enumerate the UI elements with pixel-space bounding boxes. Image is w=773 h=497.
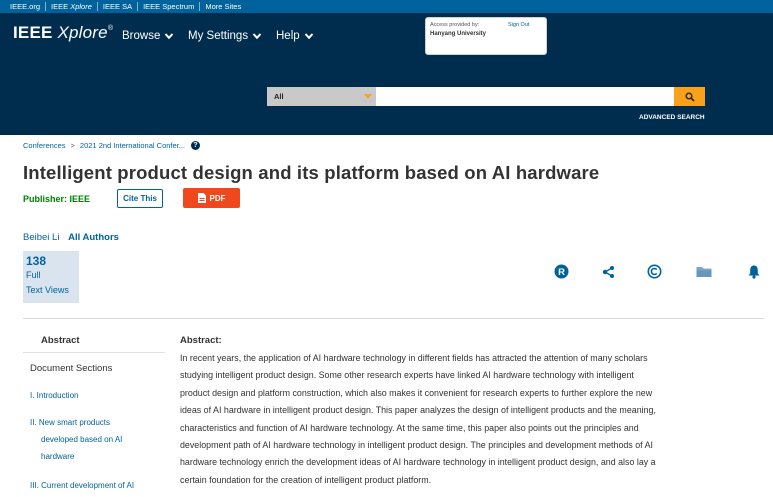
util-link-more-sites[interactable]: More Sites: [200, 0, 246, 13]
full-text-views-metric[interactable]: 138 Full Text Views: [23, 251, 79, 303]
metric-label-text-views: Text Views: [26, 285, 69, 295]
sidebar-item-new-smart-products[interactable]: II. New smart products: [30, 414, 110, 431]
dropdown-arrow-icon: [364, 94, 372, 99]
sidebar-item-new-smart-products-cont[interactable]: developed based on AI: [41, 431, 122, 448]
access-institution: Hanyang University: [430, 31, 487, 37]
logo-ieee-text: IEEE: [13, 23, 53, 42]
search-input[interactable]: [376, 87, 674, 106]
all-authors-link[interactable]: All Authors: [68, 232, 119, 243]
nav-browse[interactable]: Browse: [122, 30, 174, 42]
nav-my-settings[interactable]: My Settings: [188, 30, 262, 42]
author-link[interactable]: Beibei Li: [23, 232, 59, 243]
copyright-icon[interactable]: [646, 263, 662, 279]
chevron-down-icon: [252, 33, 262, 40]
help-question-icon[interactable]: ?: [191, 141, 200, 150]
breadcrumb-separator: >: [70, 141, 75, 150]
sign-out-link[interactable]: Sign Out: [508, 22, 529, 28]
access-provider-box: Access provided by: Hanyang University S…: [425, 17, 547, 55]
svg-text:R: R: [558, 267, 565, 278]
util-link-ieee-spectrum[interactable]: IEEE Spectrum: [138, 0, 199, 13]
sidebar-item-current-development[interactable]: III. Current development of AI: [30, 477, 134, 494]
nav-browse-label: Browse: [122, 30, 161, 42]
page-title: Intelligent product design and its platf…: [23, 162, 600, 183]
search-scope-value: All: [274, 92, 284, 101]
nav-help-label: Help: [276, 30, 300, 42]
util-link-ieee-xplore[interactable]: IEEE Xplore: [46, 0, 97, 13]
util-link-ieee-sa[interactable]: IEEE SA: [98, 0, 137, 13]
site-header: IEEE Xplore® Browse My Settings Help Acc…: [0, 13, 773, 135]
utility-bar: IEEE.org IEEE Xplore IEEE SA IEEE Spectr…: [0, 0, 773, 13]
chevron-down-icon: [165, 33, 174, 40]
author-line: Beibei Li All Authors: [23, 232, 119, 243]
pdf-file-icon: [197, 193, 206, 203]
util-link-ieee-xplore-italic: Xplore: [70, 2, 92, 11]
abstract-line: characteristics and function of AI hardw…: [180, 422, 639, 433]
search-scope-select[interactable]: All: [267, 87, 376, 106]
chevron-down-icon: [304, 33, 313, 40]
metric-value: 138: [26, 254, 47, 268]
abstract-line: development path of AI hardware technolo…: [180, 440, 653, 451]
publisher-label: Publisher: IEEE: [23, 194, 91, 204]
share-icon[interactable]: [600, 263, 616, 279]
abstract-line: hardware technology enrich the developme…: [180, 457, 656, 468]
abstract-heading: Abstract:: [180, 335, 222, 346]
abstract-line: certain foundation for the creation of i…: [180, 474, 432, 485]
logo-xplore-text: Xplore: [57, 23, 108, 42]
abstract-line: ideas of AI hardware in intelligent prod…: [180, 405, 656, 416]
abstract-line: studying intelligent product design. Som…: [180, 370, 634, 381]
util-link-ieee-org[interactable]: IEEE.org: [5, 0, 45, 13]
sidebar-item-new-smart-products-cont2[interactable]: hardware: [41, 448, 74, 465]
reprints-icon[interactable]: R: [553, 263, 569, 279]
pdf-button-label: PDF: [209, 193, 226, 203]
nav-my-settings-label: My Settings: [188, 30, 249, 42]
pdf-button[interactable]: PDF: [183, 188, 240, 208]
metric-label-full: Full: [26, 270, 41, 280]
sidebar-document-sections: Document Sections: [30, 363, 113, 374]
abstract-body: In recent years, the application of AI h…: [180, 350, 770, 489]
search-icon: [685, 92, 695, 102]
search-button[interactable]: [674, 87, 705, 106]
nav-help[interactable]: Help: [276, 30, 314, 42]
advanced-search-link[interactable]: ADVANCED SEARCH: [639, 114, 705, 121]
breadcrumb: Conferences > 2021 2nd International Con…: [23, 141, 200, 150]
ieee-xplore-logo[interactable]: IEEE Xplore®: [13, 23, 113, 43]
access-provided-label: Access provided by:: [430, 22, 480, 28]
folder-icon[interactable]: [696, 263, 712, 279]
section-divider: [23, 318, 764, 319]
breadcrumb-conferences[interactable]: Conferences: [23, 141, 66, 150]
abstract-line: product design and platform construction…: [180, 387, 653, 398]
alert-bell-icon[interactable]: [746, 263, 762, 279]
abstract-line: In recent years, the application of AI h…: [180, 353, 648, 363]
sidebar-item-introduction[interactable]: I. Introduction: [30, 387, 78, 404]
breadcrumb-conference-name[interactable]: 2021 2nd International Confer...: [80, 141, 185, 150]
logo-registered-mark: ®: [107, 25, 114, 32]
sidebar-abstract-tab[interactable]: Abstract: [41, 335, 80, 346]
cite-this-button[interactable]: Cite This: [117, 189, 163, 208]
sidebar-divider: [23, 352, 165, 353]
util-link-ieee-xplore-pre: IEEE: [51, 2, 71, 11]
